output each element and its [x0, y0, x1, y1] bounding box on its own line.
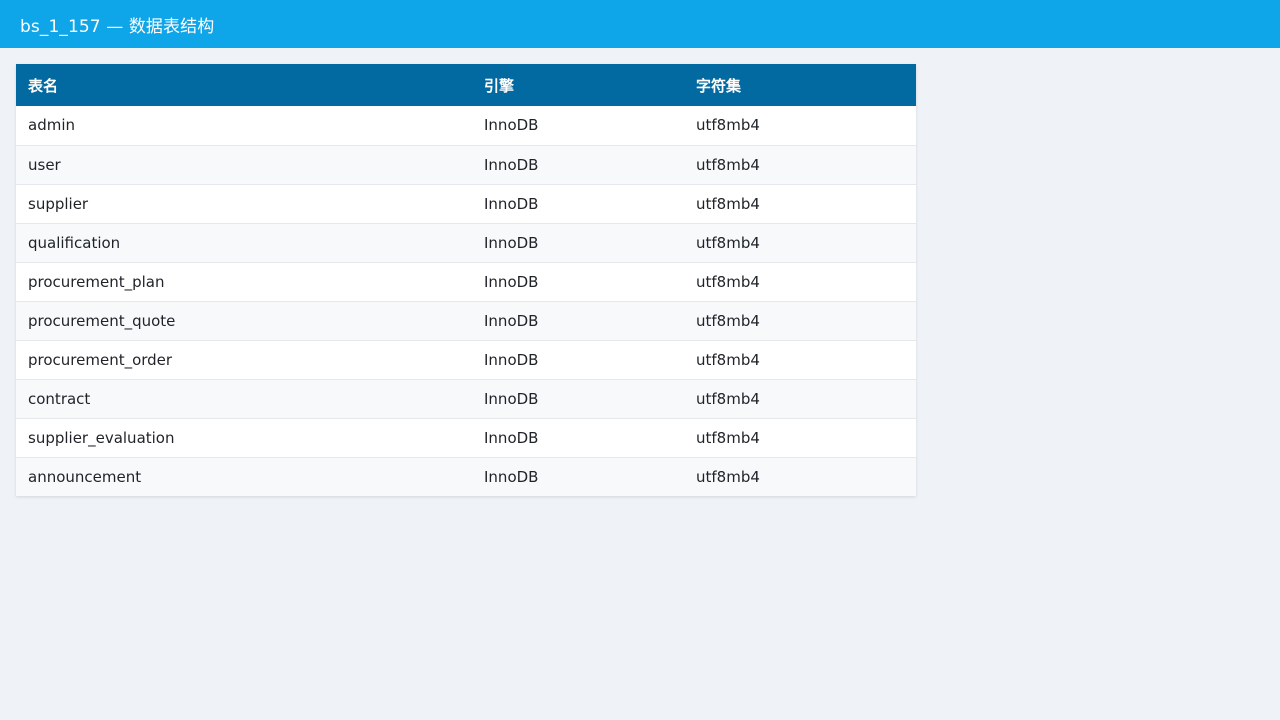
table-row: user InnoDB utf8mb4	[16, 145, 916, 184]
table-row: announcement InnoDB utf8mb4	[16, 457, 916, 496]
cell-table-name: procurement_quote	[28, 311, 176, 330]
cell-table-name: announcement	[28, 467, 142, 486]
cell-table-name: procurement_plan	[28, 272, 165, 291]
table-row: supplier InnoDB utf8mb4	[16, 184, 916, 223]
cell-table-name: admin	[28, 116, 75, 135]
table-container: 表名 引擎 字符集 admin InnoDB utf8mb4 user Inno…	[16, 64, 916, 496]
table-row: admin InnoDB utf8mb4	[16, 106, 916, 145]
cell-engine: InnoDB	[484, 428, 539, 447]
cell-table-name: user	[28, 155, 61, 174]
cell-charset: utf8mb4	[696, 155, 760, 174]
cell-charset: utf8mb4	[696, 272, 760, 291]
cell-table-name: supplier	[28, 194, 89, 213]
cell-table-name: supplier_evaluation	[28, 428, 175, 447]
cell-engine: InnoDB	[484, 155, 539, 174]
cell-table-name: contract	[28, 389, 91, 408]
cell-engine: InnoDB	[484, 116, 539, 135]
page-title: bs_1_157 — 数据表结构	[20, 16, 215, 37]
column-header-engine: 引擎	[484, 76, 515, 95]
table-row: procurement_order InnoDB utf8mb4	[16, 340, 916, 379]
cell-charset: utf8mb4	[696, 194, 760, 213]
cell-engine: InnoDB	[484, 467, 539, 486]
table-row: contract InnoDB utf8mb4	[16, 379, 916, 418]
cell-charset: utf8mb4	[696, 233, 760, 252]
cell-charset: utf8mb4	[696, 311, 760, 330]
table-row: procurement_quote InnoDB utf8mb4	[16, 301, 916, 340]
cell-charset: utf8mb4	[696, 116, 760, 135]
table-header-row: 表名 引擎 字符集	[16, 64, 916, 106]
column-header-charset: 字符集	[696, 76, 742, 95]
cell-engine: InnoDB	[484, 311, 539, 330]
table-row: qualification InnoDB utf8mb4	[16, 223, 916, 262]
column-header-table-name: 表名	[28, 76, 59, 95]
cell-engine: InnoDB	[484, 272, 539, 291]
table-row: procurement_plan InnoDB utf8mb4	[16, 262, 916, 301]
cell-table-name: procurement_order	[28, 350, 173, 369]
cell-charset: utf8mb4	[696, 350, 760, 369]
schema-table: 表名 引擎 字符集 admin InnoDB utf8mb4 user Inno…	[16, 64, 916, 496]
top-bar: bs_1_157 — 数据表结构	[0, 0, 1280, 48]
cell-charset: utf8mb4	[696, 467, 760, 486]
cell-engine: InnoDB	[484, 350, 539, 369]
cell-charset: utf8mb4	[696, 389, 760, 408]
table-row: supplier_evaluation InnoDB utf8mb4	[16, 418, 916, 457]
cell-charset: utf8mb4	[696, 428, 760, 447]
cell-engine: InnoDB	[484, 194, 539, 213]
cell-engine: InnoDB	[484, 389, 539, 408]
cell-engine: InnoDB	[484, 233, 539, 252]
cell-table-name: qualification	[28, 233, 121, 252]
